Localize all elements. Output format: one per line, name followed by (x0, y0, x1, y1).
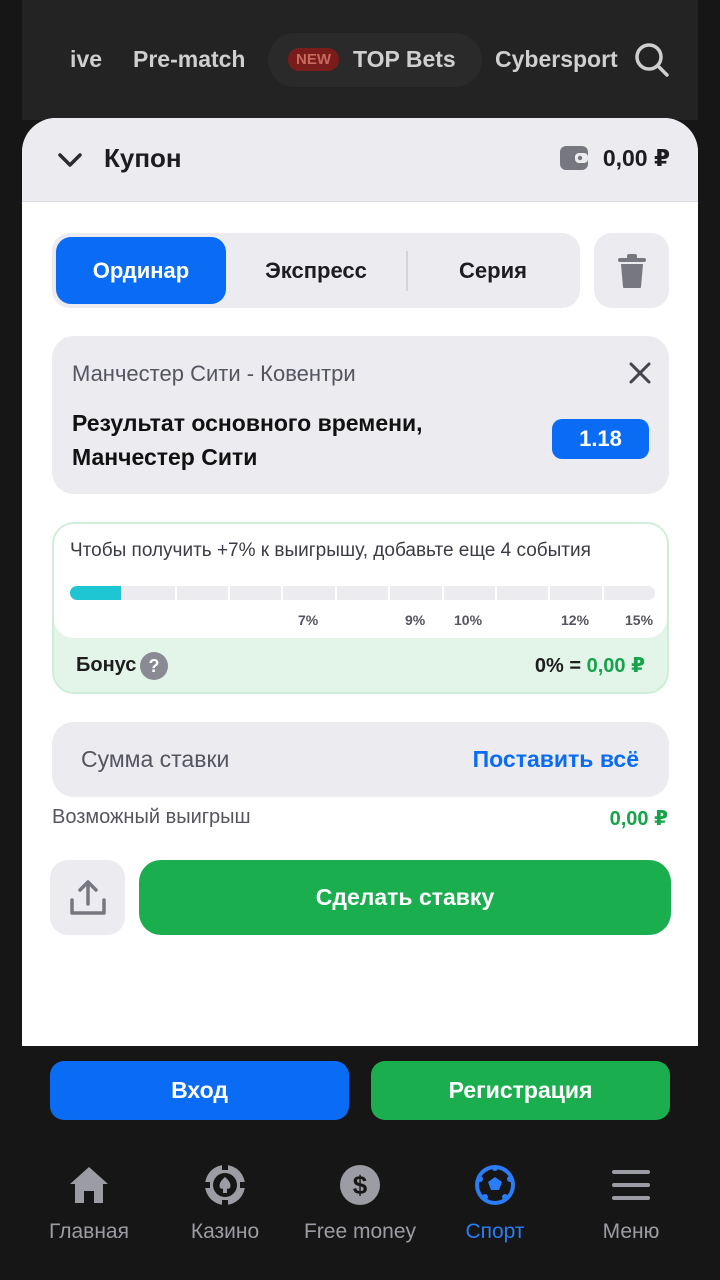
tab-divider (406, 251, 408, 291)
odds-badge: 1.18 (552, 419, 649, 459)
percent-mark: 7% (298, 612, 319, 628)
stake-placeholder: Сумма ставки (81, 746, 230, 772)
progress-segment (123, 586, 175, 600)
tab-series[interactable]: Серия (410, 237, 576, 304)
menu-icon (612, 1170, 650, 1200)
progress-segment (176, 586, 229, 600)
bonus-card: Чтобы получить +7% к выигрышу, добавьте … (52, 522, 669, 694)
bonus-progress-bar (70, 586, 655, 600)
progress-segment (390, 586, 442, 600)
home-icon (70, 1167, 108, 1203)
progress-segment (70, 586, 122, 600)
bonus-value: 0% = 0,00 ₽ (534, 655, 645, 677)
coupon-header[interactable]: Купон 0,00 ₽ (22, 118, 698, 202)
possible-win-value: 0,00 ₽ (609, 808, 668, 830)
bet-type-tabs: Ординар Экспресс Серия (52, 233, 580, 308)
bottom-nav-free-money[interactable]: $ Free money (292, 1162, 428, 1244)
progress-segment (230, 586, 282, 600)
coupon-sheet: Купон 0,00 ₽ Ординар Экспресс Серия Манч… (22, 118, 698, 1046)
bottom-nav-menu[interactable]: Меню (563, 1162, 699, 1244)
bonus-progress-panel: Чтобы получить +7% к выигрышу, добавьте … (54, 524, 667, 638)
possible-win-label: Возможный выигрыш (52, 806, 251, 828)
bottom-nav-casino[interactable]: Казино (157, 1162, 293, 1244)
percent-mark: 12% (561, 612, 590, 628)
trash-icon (617, 253, 646, 288)
nav-cybersport[interactable]: Cybersport (495, 46, 618, 73)
soccer-ball-icon (475, 1165, 515, 1205)
new-badge: NEW (288, 48, 339, 71)
wallet-icon (560, 146, 588, 170)
bottom-nav: Главная Казино $ Free money Спорт Меню (0, 1140, 720, 1280)
register-button[interactable]: Регистрация (371, 1061, 670, 1120)
nav-prematch[interactable]: Pre-match (133, 46, 245, 73)
bonus-label: Бонус (76, 654, 137, 676)
tab-single[interactable]: Ординар (56, 237, 226, 304)
progress-segment (603, 586, 655, 600)
progress-segment (336, 586, 389, 600)
balance-value: 0,00 ₽ (602, 145, 670, 171)
tab-express[interactable]: Экспресс (230, 237, 402, 304)
progress-segment (283, 586, 335, 600)
casino-chip-icon (203, 1163, 247, 1207)
bet-card: Манчестер Сити - Ковентри Результат осно… (52, 336, 669, 494)
svg-text:$: $ (353, 1170, 368, 1200)
coupon-title: Купон (104, 143, 182, 173)
bottom-nav-home[interactable]: Главная (21, 1162, 157, 1244)
match-name: Манчестер Сити - Ковентри (72, 361, 356, 386)
progress-segment (550, 586, 602, 600)
bonus-message: Чтобы получить +7% к выигрышу, добавьте … (70, 540, 591, 561)
search-icon[interactable] (634, 42, 670, 78)
dollar-coin-icon: $ (340, 1165, 380, 1205)
bet-outcome: Результат основного времени, Манчестер С… (72, 410, 423, 470)
percent-mark: 10% (454, 612, 483, 628)
bet-all-button[interactable]: Поставить всё (473, 746, 639, 773)
login-button[interactable]: Вход (50, 1061, 349, 1120)
share-button[interactable] (50, 860, 125, 935)
close-icon[interactable] (627, 360, 653, 386)
nav-top-bets-label[interactable]: TOP Bets (353, 46, 456, 73)
percent-mark: 9% (405, 612, 426, 628)
help-icon[interactable]: ? (140, 652, 168, 680)
share-icon (69, 879, 106, 915)
stake-input[interactable]: Сумма ставки Поставить всё (52, 722, 669, 797)
progress-segment (443, 586, 495, 600)
percent-mark: 15% (625, 612, 654, 628)
nav-live[interactable]: Live (70, 46, 102, 73)
chevron-down-icon[interactable] (56, 146, 84, 174)
progress-segment (496, 586, 549, 600)
bottom-nav-sport[interactable]: Спорт (427, 1162, 563, 1244)
clear-coupon-button[interactable] (594, 233, 669, 308)
place-bet-button[interactable]: Сделать ставку (139, 860, 671, 935)
top-nav: Live Pre-match NEW TOP Bets Cybersport (22, 0, 698, 120)
